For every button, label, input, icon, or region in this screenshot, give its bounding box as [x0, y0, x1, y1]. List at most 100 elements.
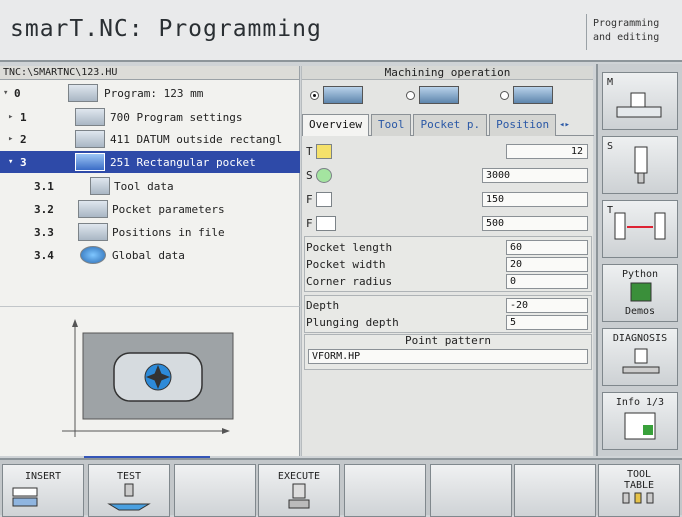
radio-icon[interactable] [406, 90, 415, 100]
tree-item-global-data[interactable]: 3.4 Global data [0, 244, 300, 266]
diagnosis-button[interactable]: DIAGNOSIS [602, 328, 678, 386]
milling-feed-field[interactable]: 500 [482, 215, 588, 231]
softkey-empty-1[interactable] [174, 464, 256, 517]
test-button[interactable]: TEST [88, 464, 170, 517]
pocket-icon [75, 153, 105, 171]
tool-table-label-2: TABLE [623, 480, 655, 491]
operating-mode: Programming and editing [586, 14, 678, 50]
info-label: Info 1/3 [615, 397, 665, 408]
tool-number-field[interactable]: 12 [506, 143, 588, 159]
spindle-speed-icon[interactable] [316, 167, 332, 183]
pocket-length-label: Pocket length [306, 240, 393, 254]
pocket-params-icon [78, 200, 108, 218]
corner-radius-label: Corner radius [306, 274, 393, 288]
program-tree: TNC:\SMARTNC\123.HU ▾ 0 Program: 123 mm … [0, 66, 300, 306]
tree-item-pocket-parameters[interactable]: 3.2 Pocket parameters [0, 198, 300, 220]
tab-position[interactable]: Position [489, 114, 557, 136]
side-finish-icon [513, 86, 553, 104]
point-pattern-field[interactable]: VFORM.HP [308, 349, 588, 364]
tree-item-label: 251 Rectangular pocket [110, 155, 256, 169]
collapse-icon[interactable]: ▾ [8, 157, 13, 167]
pocket-width-field[interactable]: 20 [506, 256, 588, 272]
info-button[interactable]: Info 1/3 [602, 392, 678, 450]
collapse-icon[interactable]: ▾ [3, 88, 8, 98]
spindle-speed-field[interactable]: 3000 [482, 167, 588, 183]
corner-radius-row: Corner radius 0 [306, 272, 590, 290]
insert-label: INSERT [24, 471, 62, 482]
tool-table-button[interactable]: TOOL TABLE [598, 464, 680, 517]
t-key-label: T [607, 205, 614, 216]
globe-icon [80, 246, 106, 264]
tree-item-label: Positions in file [112, 225, 225, 239]
tree-item-label: Tool data [114, 179, 174, 193]
depth-field[interactable]: -20 [506, 297, 588, 313]
plunging-depth-field[interactable]: 5 [506, 314, 588, 330]
tab-scroll-icon[interactable]: ◂▸ [559, 114, 570, 135]
test-label: TEST [116, 471, 142, 482]
execute-button[interactable]: EXECUTE [258, 464, 340, 517]
tree-item-program-settings[interactable]: ▸ 1 700 Program settings [0, 106, 300, 128]
depth-label: Depth [306, 298, 340, 312]
program-icon [68, 84, 98, 102]
right-softkey-bar: M S T Python Demos DIAGNOSIS Info 1/3 [596, 64, 682, 456]
tree-item-number: 3.3 [34, 225, 54, 239]
s-key-label: S [607, 141, 614, 152]
operation-floor-finishing[interactable] [406, 86, 459, 104]
tree-item-number: 2 [20, 132, 27, 146]
softkey-empty-2[interactable] [344, 464, 426, 517]
plunge-feed-field[interactable]: 150 [482, 191, 588, 207]
plunge-feed-icon[interactable] [316, 191, 332, 207]
tree-item-label: 700 Program settings [110, 110, 243, 124]
radio-selected-icon[interactable] [310, 90, 319, 100]
spindle-row: S 3000 [306, 166, 590, 184]
pocket-length-row: Pocket length 60 [306, 238, 590, 256]
tree-item-rectangular-pocket[interactable]: ▾ 3 251 Rectangular pocket [0, 151, 300, 173]
tree-item-program[interactable]: ▾ 0 Program: 123 mm [0, 82, 300, 104]
tab-tool[interactable]: Tool [370, 114, 412, 136]
softkey-empty-3[interactable] [430, 464, 512, 517]
mode-line-1: Programming [593, 18, 660, 29]
title-bar: smarT.NC: Programming Programming and ed… [0, 0, 682, 62]
tree-item-number: 3.1 [34, 179, 54, 193]
machining-form: Machining operation Overview Tool Pocket… [301, 66, 594, 456]
tree-item-tool-data[interactable]: 3.1 Tool data [0, 175, 300, 197]
pocket-length-field[interactable]: 60 [506, 239, 588, 255]
expand-icon[interactable]: ▸ [8, 112, 13, 122]
tool-change-icon [614, 212, 666, 240]
operation-roughing[interactable] [310, 86, 363, 104]
tool-row: T 12 [306, 142, 590, 160]
plunging-depth-label: Plunging depth [306, 315, 399, 329]
tree-item-number: 0 [14, 86, 21, 100]
demos-label: Demos [624, 306, 656, 317]
tab-pocket-parameters[interactable]: Pocket p. [413, 114, 488, 136]
tree-item-number: 3 [20, 155, 27, 169]
insert-button[interactable]: INSERT [2, 464, 84, 517]
plunge-feed-letter: F [306, 192, 313, 206]
softkey-empty-4[interactable] [514, 464, 596, 517]
tree-item-number: 1 [20, 110, 27, 124]
spindle-icon [634, 146, 648, 184]
tree-item-datum[interactable]: ▸ 2 411 DATUM outside rectangl [0, 128, 300, 150]
operation-side-finishing[interactable] [500, 86, 553, 104]
tab-overview[interactable]: Overview [302, 114, 369, 136]
milling-feed-icon[interactable] [316, 215, 336, 231]
tree-item-positions[interactable]: 3.3 Positions in file [0, 221, 300, 243]
app-title: smarT.NC: Programming [10, 16, 322, 42]
tool-icon [90, 177, 110, 195]
python-demos-button[interactable]: Python Demos [602, 264, 678, 322]
python-label: Python [621, 269, 659, 280]
m-function-button[interactable]: M [602, 72, 678, 130]
tree-item-number: 3.4 [34, 248, 54, 262]
tree-item-label: Global data [112, 248, 185, 262]
tool-letter: T [306, 144, 313, 158]
tool-call-button[interactable]: T [602, 200, 678, 258]
feed-row: F 500 [306, 214, 590, 232]
m-function-icon [616, 92, 662, 118]
plunging-depth-row: Plunging depth 5 [306, 313, 590, 331]
test-icon [107, 483, 151, 511]
corner-radius-field[interactable]: 0 [506, 273, 588, 289]
spindle-button[interactable]: S [602, 136, 678, 194]
radio-icon[interactable] [500, 90, 509, 100]
tool-call-icon[interactable] [316, 143, 332, 159]
expand-icon[interactable]: ▸ [8, 134, 13, 144]
